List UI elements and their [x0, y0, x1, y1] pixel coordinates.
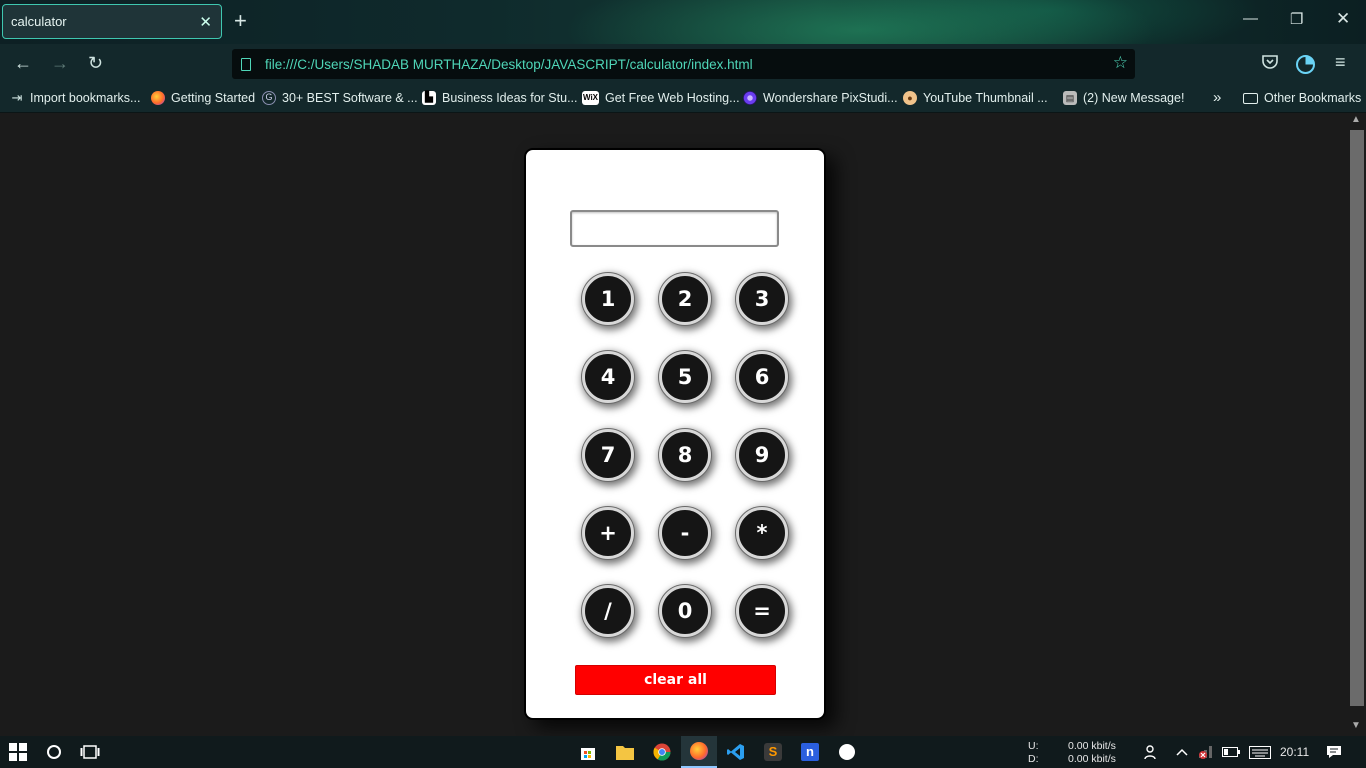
key-9-button[interactable]: 9: [736, 429, 788, 481]
bookmark-label: Wondershare PixStudi...: [763, 91, 898, 105]
chevron-more-icon[interactable]: »: [1213, 89, 1221, 106]
people-icon[interactable]: [1142, 742, 1162, 762]
network-down-label: D:: [1028, 753, 1039, 765]
taskbar: S n U: D: 0.00 kbit/s 0.00 kbit/s 20:11: [0, 736, 1366, 768]
forward-icon[interactable]: →: [51, 53, 69, 74]
bookmark-label: Getting Started: [171, 91, 256, 105]
import-icon: ⇥: [11, 90, 23, 105]
tab-title: calculator: [11, 14, 67, 29]
close-tab-icon[interactable]: ✕: [199, 13, 212, 31]
browser-tab[interactable]: calculator ✕: [2, 4, 222, 39]
bookmark-item[interactable]: G 30+ BEST Software & ...: [262, 91, 418, 105]
new-tab-icon[interactable]: +: [234, 9, 247, 33]
search-icon[interactable]: [44, 742, 64, 762]
bookmark-label: Get Free Web Hosting...: [605, 91, 740, 105]
clear-all-button[interactable]: clear all: [575, 665, 776, 695]
bookmark-item[interactable]: Wondershare PixStudi...: [743, 91, 898, 105]
sublime-icon[interactable]: S: [763, 742, 783, 762]
key-plus-button[interactable]: +: [582, 507, 634, 559]
calculator-display[interactable]: [570, 210, 779, 247]
reload-icon[interactable]: ↻: [88, 53, 103, 74]
store-icon[interactable]: [578, 742, 598, 762]
keyboard-icon[interactable]: [1248, 742, 1272, 762]
bookmark-item[interactable]: ● YouTube Thumbnail ...: [903, 91, 1048, 105]
bookmark-item[interactable]: ▤ (2) New Message!: [1063, 91, 1184, 105]
key-3-button[interactable]: 3: [736, 273, 788, 325]
folder-icon: [1243, 92, 1258, 104]
key-5-button[interactable]: 5: [659, 351, 711, 403]
monkey-icon: ●: [903, 91, 917, 105]
scroll-down-icon[interactable]: ▼: [1351, 720, 1361, 731]
clapper-icon: ▤: [1063, 91, 1077, 105]
key-4-button[interactable]: 4: [582, 351, 634, 403]
bookmark-item[interactable]: ▙ Business Ideas for Stu...: [422, 91, 578, 105]
file-explorer-icon[interactable]: [615, 742, 635, 762]
back-icon[interactable]: ←: [14, 53, 32, 74]
chevron-up-icon[interactable]: [1172, 742, 1192, 762]
scrollbar[interactable]: ▲ ▼: [1348, 114, 1366, 736]
network-up-label: U:: [1028, 740, 1039, 752]
key-0-button[interactable]: 0: [659, 585, 711, 637]
bookmark-label: 30+ BEST Software & ...: [282, 91, 418, 105]
address-bar[interactable]: file:///C:/Users/SHADAB MURTHAZA/Desktop…: [232, 49, 1135, 79]
bookmark-item[interactable]: ⇥ Import bookmarks...: [10, 90, 141, 106]
navigation-bar: ← → ↻ file:///C:/Users/SHADAB MURTHAZA/D…: [0, 44, 1366, 84]
bookmark-label: YouTube Thumbnail ...: [923, 91, 1048, 105]
account-icon[interactable]: [1296, 55, 1315, 74]
site-icon: ▙: [422, 91, 436, 105]
battery-icon[interactable]: [1221, 742, 1241, 762]
menu-icon[interactable]: ≡: [1335, 52, 1346, 73]
chrome-icon[interactable]: [652, 742, 672, 762]
pocket-icon[interactable]: [1262, 54, 1278, 74]
bookmark-item[interactable]: WiX Get Free Web Hosting...: [582, 91, 740, 105]
windows-start-icon[interactable]: [8, 742, 28, 762]
title-bar: calculator ✕ + — ❐ ✕: [0, 0, 1366, 44]
other-bookmarks[interactable]: Other Bookmarks: [1243, 91, 1361, 105]
firefox-icon: [151, 91, 165, 105]
key-8-button[interactable]: 8: [659, 429, 711, 481]
close-window-icon[interactable]: ✕: [1336, 9, 1350, 29]
task-view-icon[interactable]: [80, 742, 100, 762]
bookmark-label: Business Ideas for Stu...: [442, 91, 578, 105]
clock[interactable]: 20:11: [1280, 745, 1309, 759]
network-down-value: 0.00 kbit/s: [1068, 753, 1116, 765]
scroll-thumb[interactable]: [1350, 130, 1364, 706]
page-icon: [241, 57, 251, 71]
minimize-icon[interactable]: —: [1243, 10, 1258, 27]
key-7-button[interactable]: 7: [582, 429, 634, 481]
app-icon[interactable]: [837, 742, 857, 762]
key-divide-button[interactable]: /: [582, 585, 634, 637]
key-minus-button[interactable]: -: [659, 507, 711, 559]
restore-icon[interactable]: ❐: [1290, 10, 1303, 28]
wix-icon: WiX: [582, 91, 599, 105]
url-text[interactable]: file:///C:/Users/SHADAB MURTHAZA/Desktop…: [265, 57, 753, 72]
key-6-button[interactable]: 6: [736, 351, 788, 403]
network-up-value: 0.00 kbit/s: [1068, 740, 1116, 752]
scroll-up-icon[interactable]: ▲: [1351, 114, 1361, 125]
notion-icon[interactable]: n: [800, 742, 820, 762]
bookmarks-bar: ⇥ Import bookmarks... Getting Started G …: [0, 84, 1366, 113]
site-icon: G: [262, 91, 276, 105]
pixstudio-icon: [743, 91, 757, 105]
bookmark-label: (2) New Message!: [1083, 91, 1185, 105]
key-equals-button[interactable]: =: [736, 585, 788, 637]
bookmark-star-icon[interactable]: ☆: [1113, 53, 1128, 73]
key-2-button[interactable]: 2: [659, 273, 711, 325]
page-content: 1 2 3 4 5 6 7 8 9 + - * / 0 = clear all: [0, 114, 1348, 736]
bookmark-label: Import bookmarks...: [30, 91, 141, 105]
key-multiply-button[interactable]: *: [736, 507, 788, 559]
network-disconnected-icon[interactable]: [1196, 742, 1216, 762]
bookmark-item[interactable]: Getting Started: [151, 91, 255, 105]
other-bookmarks-label: Other Bookmarks: [1264, 91, 1362, 105]
notifications-icon[interactable]: [1324, 742, 1344, 762]
firefox-taskbar-icon[interactable]: [681, 736, 717, 768]
key-1-button[interactable]: 1: [582, 273, 634, 325]
vscode-icon[interactable]: [726, 742, 746, 762]
calculator-card: 1 2 3 4 5 6 7 8 9 + - * / 0 = clear all: [524, 148, 826, 720]
